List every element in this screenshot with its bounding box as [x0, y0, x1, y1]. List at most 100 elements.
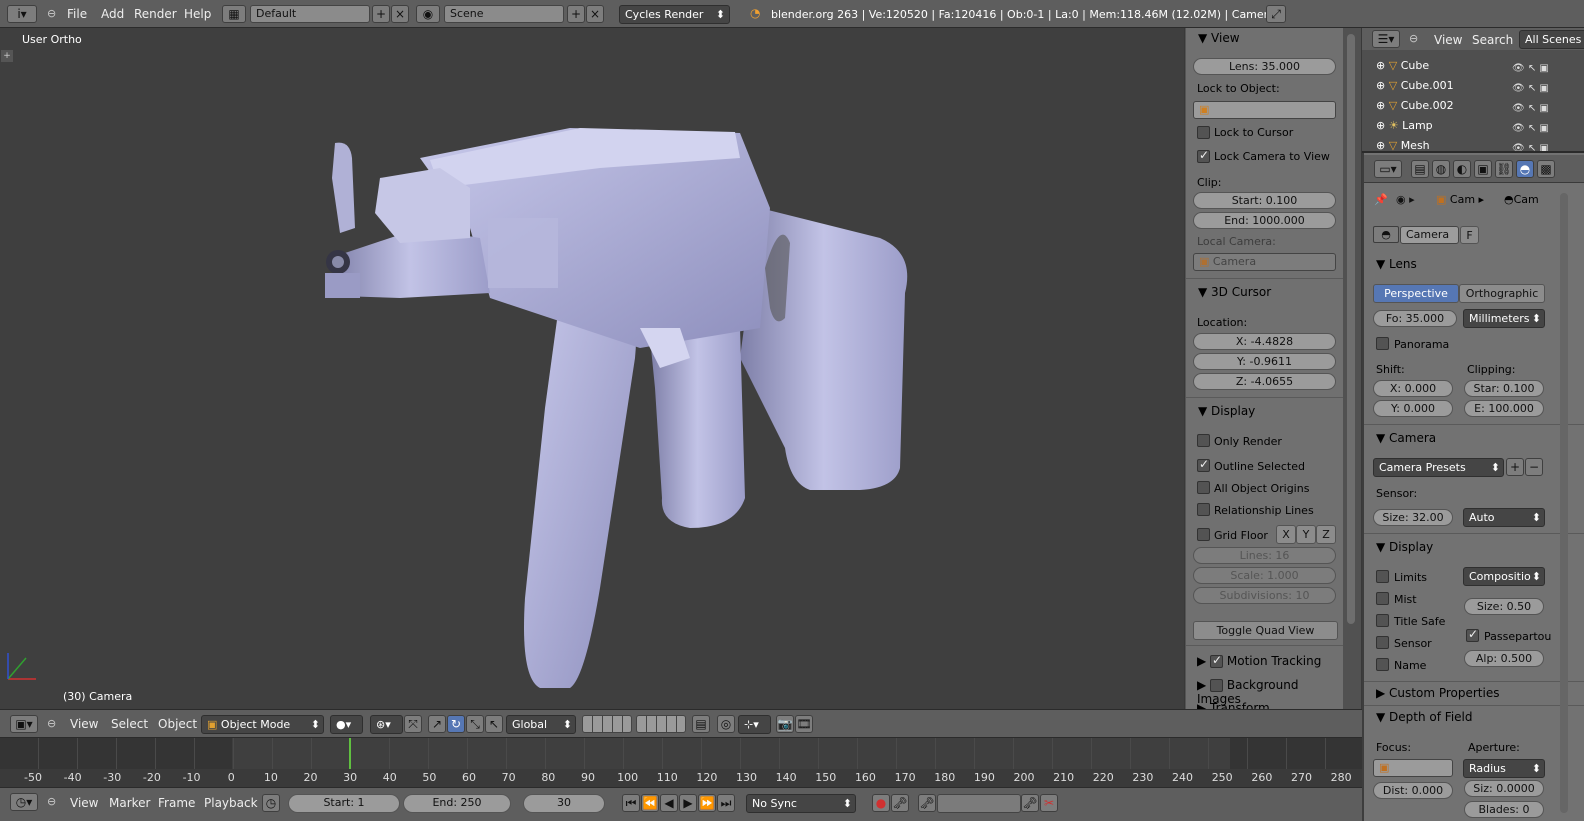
outliner-search-menu[interactable]: Search [1472, 33, 1513, 47]
lock-to-cursor-checkbox[interactable] [1197, 126, 1210, 139]
motion-tracking-checkbox[interactable] [1210, 653, 1224, 668]
camera-presets-dropdown[interactable]: Camera Presets ⬍ [1373, 458, 1504, 477]
collapse-icon[interactable]: ⊖ [47, 795, 56, 808]
properties-editor-type-icon[interactable]: ▭▾ [1374, 160, 1402, 178]
texture-tab-icon[interactable]: ▩ [1537, 160, 1555, 178]
display-size-field[interactable]: Size: 0.50 [1464, 598, 1544, 615]
grid-subdivisions-field[interactable]: Subdivisions: 10 [1193, 587, 1336, 604]
screen-name-field[interactable]: Default [250, 5, 370, 23]
shift-x-field[interactable]: X: 0.000 [1373, 380, 1453, 397]
render-engine-dropdown[interactable]: Cycles Render ⬍ [619, 5, 730, 24]
custom-properties-header[interactable]: ▶ Custom Properties [1376, 683, 1499, 703]
camera-datablock-icon[interactable]: ◓ [1373, 226, 1399, 243]
outliner-filter-dropdown[interactable]: All Scenes [1519, 30, 1584, 49]
focal-length-field[interactable]: Fo: 35.000 [1373, 310, 1457, 327]
object-tab-icon[interactable]: ▣ [1474, 160, 1492, 178]
3d-editor-type-icon[interactable]: ▣▾ [10, 715, 38, 733]
jump-start-icon[interactable]: ⏮ [622, 794, 640, 812]
axis-z-toggle[interactable]: Z [1316, 525, 1336, 544]
layers-grid-a[interactable] [582, 715, 632, 733]
motion-tracking-header[interactable]: ▶ Motion Tracking [1197, 653, 1321, 668]
passepartout-alpha-field[interactable]: Alp: 0.500 [1464, 650, 1544, 667]
pivot-point-dropdown[interactable]: ⊛▾ [370, 715, 403, 734]
jump-keyframe-forward-icon[interactable]: ⏩ [698, 794, 716, 812]
panorama-checkbox[interactable] [1376, 337, 1389, 350]
shift-y-field[interactable]: Y: 0.000 [1373, 400, 1453, 417]
remove-preset-icon[interactable]: − [1525, 458, 1543, 476]
world-tab-icon[interactable]: ◐ [1453, 160, 1471, 178]
delete-keyframe-icon[interactable]: ✂ [1040, 794, 1058, 812]
menu-object[interactable]: Object [158, 717, 197, 731]
collapse-icon[interactable]: ⊖ [47, 7, 56, 20]
object-origins-checkbox[interactable] [1197, 481, 1210, 494]
lock-camera-checkbox[interactable] [1197, 148, 1210, 163]
remove-screen-icon[interactable]: × [391, 5, 409, 23]
passepartout-checkbox[interactable] [1466, 627, 1479, 642]
record-icon[interactable]: ● [872, 794, 890, 812]
proportional-edit-icon[interactable]: ◎ [717, 715, 735, 733]
dof-blades-field[interactable]: Blades: 0 [1464, 801, 1544, 818]
render-icon[interactable]: 📷 [776, 715, 794, 733]
transform-orientations-header[interactable]: ▶ Transform Orientations [1197, 701, 1343, 709]
scene-icon[interactable]: ◉ [416, 5, 440, 23]
screen-layout-icon[interactable]: ▦ [222, 5, 246, 23]
transform-orientation-dropdown[interactable]: Global ⬍ [506, 715, 576, 734]
dof-panel-header[interactable]: ▼ Depth of Field [1376, 707, 1473, 727]
pin-icon[interactable]: 📌 [1374, 193, 1388, 206]
collapse-icon[interactable]: ⊖ [1409, 32, 1418, 45]
preview-range-icon[interactable]: ◷ [262, 794, 280, 812]
sync-dropdown[interactable]: No Sync ⬍ [746, 794, 856, 813]
clip-end-prop-field[interactable]: E: 100.000 [1464, 400, 1544, 417]
viewport-shading-dropdown[interactable]: ●▾ [330, 715, 363, 734]
clip-end-field[interactable]: End: 1000.000 [1193, 212, 1336, 229]
scene-tab-icon[interactable]: ◍ [1432, 160, 1450, 178]
menu-render[interactable]: Render [134, 7, 177, 21]
fake-user-button[interactable]: F [1460, 226, 1479, 244]
grid-lines-field[interactable]: Lines: 16 [1193, 547, 1336, 564]
camera-data-tab-icon[interactable]: ◓ [1516, 160, 1534, 178]
scale-icon[interactable]: ⤡ [466, 715, 484, 733]
clip-start-field[interactable]: Start: 0.100 [1193, 192, 1336, 209]
keying-set-field[interactable] [937, 794, 1021, 813]
menu-select[interactable]: Select [111, 717, 148, 731]
camera-display-panel-header[interactable]: ▼ Display [1376, 537, 1433, 557]
lens-field[interactable]: Lens: 35.000 [1193, 58, 1336, 75]
grid-scale-field[interactable]: Scale: 1.000 [1193, 567, 1336, 584]
dof-distance-field[interactable]: Dist: 0.000 [1373, 782, 1453, 799]
timeline-frame-menu[interactable]: Frame [158, 796, 195, 810]
add-preset-icon[interactable]: + [1506, 458, 1524, 476]
timeline-view-menu[interactable]: View [70, 796, 98, 810]
breadcrumb-object[interactable]: ▣ Cam ▸ [1436, 193, 1484, 206]
menu-view[interactable]: View [70, 717, 98, 731]
scrollbar-thumb[interactable] [1347, 34, 1355, 624]
local-camera-field[interactable]: ▣ Camera [1193, 253, 1336, 271]
layers-grid-b[interactable] [636, 715, 686, 733]
view-panel-header[interactable]: ▼ View [1198, 28, 1240, 48]
perspective-button[interactable]: Perspective [1373, 284, 1459, 303]
3d-viewport[interactable]: User Ortho + (30) Camera [0, 28, 1184, 709]
relationship-lines-checkbox[interactable] [1197, 503, 1210, 516]
outliner-row-cube002[interactable]: ⊕ ▽ Cube.002 [1376, 99, 1454, 112]
mist-checkbox[interactable] [1376, 592, 1389, 605]
frame-start-field[interactable]: Start: 1 [288, 794, 400, 813]
menu-help[interactable]: Help [184, 7, 211, 21]
title-safe-checkbox[interactable] [1376, 614, 1389, 627]
visibility-icons[interactable]: 👁 ↖ ▣ 👁 ↖ ▣ 👁 ↖ ▣ 👁 ↖ ▣ 👁 ↖ ▣ [1512, 59, 1549, 151]
lock-layers-icon[interactable]: ▤ [692, 715, 710, 733]
sensor-size-field[interactable]: Size: 32.00 [1373, 509, 1453, 526]
axis-y-toggle[interactable]: Y [1296, 525, 1316, 544]
collapse-icon[interactable]: ⊖ [47, 717, 56, 730]
jump-end-icon[interactable]: ⏭ [717, 794, 735, 812]
outliner-row-mesh[interactable]: ⊕ ▽ Mesh [1376, 139, 1430, 151]
background-images-checkbox[interactable] [1210, 679, 1224, 692]
sensor-checkbox[interactable] [1376, 636, 1389, 649]
keying-set-icon[interactable]: 🗝 [891, 794, 909, 812]
timeline-editor-type-icon[interactable]: ◷▾ [10, 793, 38, 811]
cursor-panel-header[interactable]: ▼ 3D Cursor [1198, 282, 1271, 302]
camera-datablock-field[interactable]: Camera [1400, 226, 1459, 244]
constraints-tab-icon[interactable]: ⛓ [1495, 160, 1513, 178]
toggle-quad-view-button[interactable]: Toggle Quad View [1193, 621, 1338, 640]
orthographic-button[interactable]: Orthographic [1459, 284, 1545, 303]
timeline-playback-menu[interactable]: Playback [204, 796, 258, 810]
grid-floor-checkbox[interactable] [1197, 528, 1210, 541]
